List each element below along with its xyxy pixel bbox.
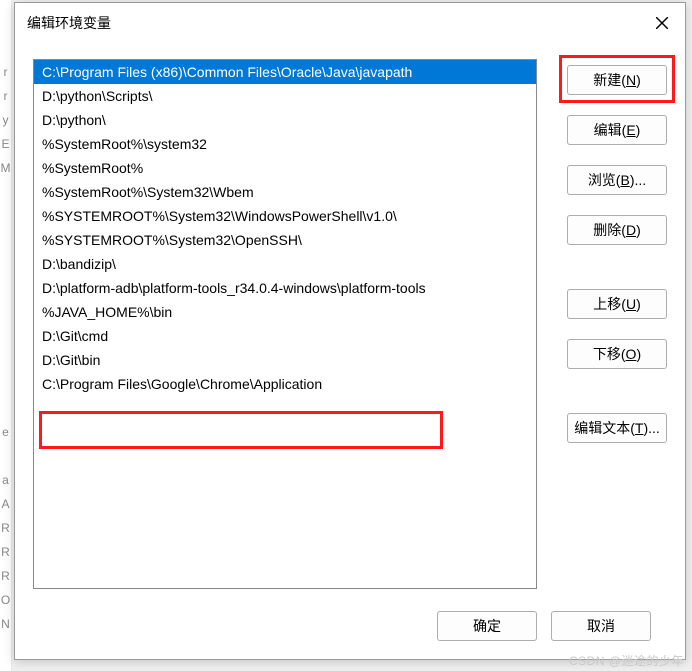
button-label: 编辑(	[594, 120, 627, 140]
list-item[interactable]: D:\Git\cmd	[34, 324, 536, 348]
move-down-button[interactable]: 下移(O)	[567, 339, 667, 369]
button-hotkey: N	[626, 72, 636, 88]
button-hotkey: D	[626, 222, 636, 238]
dialog-content: C:\Program Files (x86)\Common Files\Orac…	[15, 43, 685, 659]
list-item[interactable]: D:\Git\bin	[34, 348, 536, 372]
background-window-edge: rryEM e aARRRON	[0, 0, 12, 671]
list-item[interactable]: D:\python\	[34, 108, 536, 132]
cancel-button[interactable]: 取消	[551, 611, 651, 641]
ok-button[interactable]: 确定	[437, 611, 537, 641]
edit-environment-variable-dialog: 编辑环境变量 C:\Program Files (x86)\Common Fil…	[14, 2, 686, 660]
button-hotkey: O	[626, 346, 637, 362]
button-hotkey: E	[626, 122, 635, 138]
dialog-bottom-buttons: 确定 取消	[437, 611, 651, 641]
list-item[interactable]: D:\platform-adb\platform-tools_r34.0.4-w…	[34, 276, 536, 300]
dialog-titlebar: 编辑环境变量	[15, 3, 685, 43]
list-item[interactable]: %SystemRoot%\System32\Wbem	[34, 180, 536, 204]
list-item[interactable]: D:\python\Scripts\	[34, 84, 536, 108]
button-label: 删除(	[593, 220, 626, 240]
close-button[interactable]	[639, 7, 685, 39]
delete-button[interactable]: 删除(D)	[567, 215, 667, 245]
edit-button[interactable]: 编辑(E)	[567, 115, 667, 145]
button-hotkey: B	[620, 172, 629, 188]
edit-text-button[interactable]: 编辑文本(T)...	[567, 413, 667, 443]
list-item[interactable]: %SystemRoot%	[34, 156, 536, 180]
list-item[interactable]: C:\Program Files (x86)\Common Files\Orac…	[34, 60, 536, 84]
button-label: 浏览(	[588, 170, 621, 190]
move-up-button[interactable]: 上移(U)	[567, 289, 667, 319]
list-item[interactable]: C:\Program Files\Google\Chrome\Applicati…	[34, 372, 536, 396]
button-hotkey: T	[635, 420, 644, 436]
list-item[interactable]: D:\bandizip\	[34, 252, 536, 276]
browse-button[interactable]: 浏览(B)...	[567, 165, 667, 195]
side-button-column: 新建(N) 编辑(E) 浏览(B)... 删除(D) 上移(U) 下移(O) 编…	[567, 65, 667, 443]
close-icon	[656, 17, 668, 29]
list-item[interactable]: %SystemRoot%\system32	[34, 132, 536, 156]
dialog-title: 编辑环境变量	[27, 13, 111, 33]
button-label: 下移(	[593, 344, 626, 364]
new-button[interactable]: 新建(N)	[567, 65, 667, 95]
list-item[interactable]: %SYSTEMROOT%\System32\WindowsPowerShell\…	[34, 204, 536, 228]
list-item[interactable]: %JAVA_HOME%\bin	[34, 300, 536, 324]
button-hotkey: U	[626, 296, 636, 312]
button-label: 上移(	[593, 294, 626, 314]
button-label: 新建(	[593, 70, 626, 90]
button-label: 编辑文本(	[574, 418, 635, 438]
list-item[interactable]: %SYSTEMROOT%\System32\OpenSSH\	[34, 228, 536, 252]
path-listbox[interactable]: C:\Program Files (x86)\Common Files\Orac…	[33, 59, 537, 589]
